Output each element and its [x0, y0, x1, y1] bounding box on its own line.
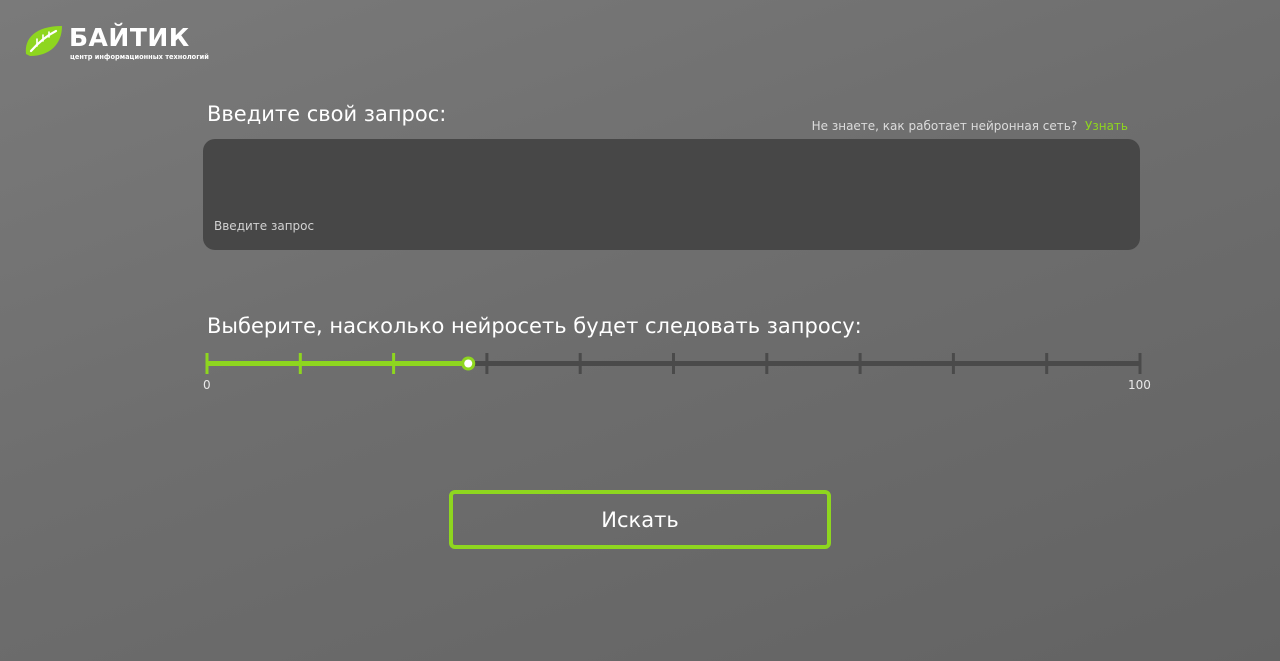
slider-tick — [672, 353, 675, 374]
leaf-logo-icon — [25, 26, 63, 56]
slider-tick — [485, 353, 489, 374]
slider-min-label: 0 — [203, 378, 211, 392]
slider-tick — [298, 353, 302, 374]
brand-name: БАЙТИК — [69, 23, 190, 52]
slider-tick — [951, 353, 955, 374]
slider-graphic — [205, 353, 1142, 374]
slider-tick — [765, 353, 769, 374]
query-label: Введите свой запрос: — [207, 102, 447, 126]
slider-tick — [1138, 353, 1142, 374]
slider-max-label: 100 — [1128, 378, 1151, 392]
brand-tagline: центр информационных технологий — [70, 53, 209, 61]
slider-tick — [392, 353, 396, 374]
slider-tick — [205, 353, 209, 374]
nn-help-text: Не знаете, как работает нейронная сеть? — [811, 119, 1078, 133]
slider-tick — [1045, 353, 1049, 374]
nn-help-hint: Не знаете, как работает нейронная сеть? … — [812, 119, 1128, 133]
query-box — [203, 139, 1140, 250]
slider-label: Выберите, насколько нейросеть будет след… — [207, 314, 862, 338]
slider-thumb-center — [464, 359, 473, 368]
brand-logo[interactable]: БАЙТИК центр информационных технологий — [22, 22, 212, 66]
prompt-strength-slider[interactable] — [200, 350, 1150, 380]
search-button[interactable]: Искать — [449, 490, 831, 549]
slider-tick — [578, 353, 582, 374]
query-input[interactable] — [203, 139, 1140, 250]
learn-more-link[interactable]: Узнать — [1085, 119, 1128, 133]
slider-tick — [858, 353, 862, 374]
slider-fill — [207, 361, 469, 366]
